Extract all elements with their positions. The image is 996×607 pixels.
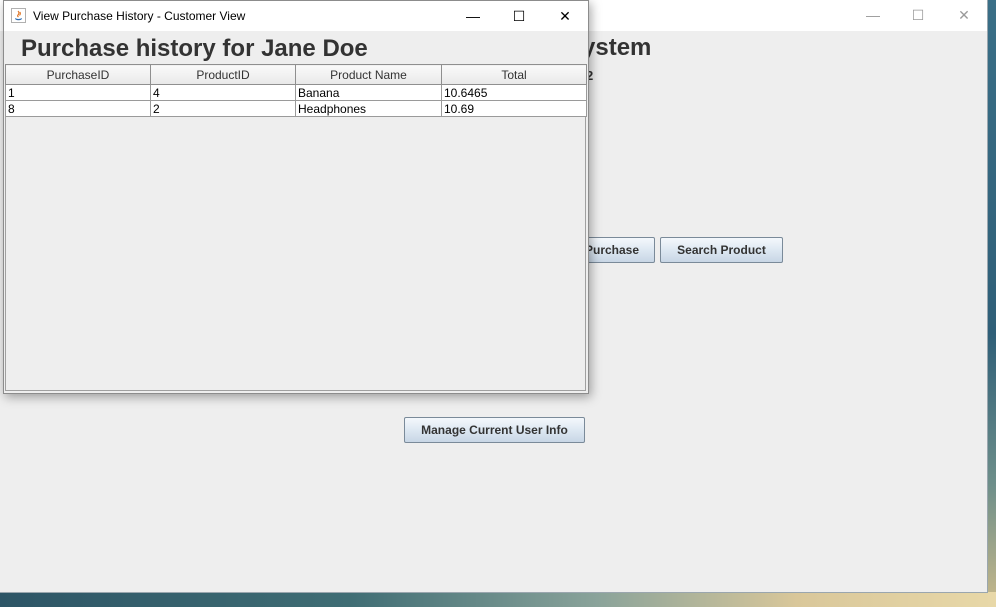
java-icon [11,8,26,23]
table-cell[interactable]: 4 [150,84,296,101]
table-cell[interactable]: 10.69 [441,100,587,117]
main-maximize-button[interactable]: ☐ [895,0,941,31]
column-header-product-id[interactable]: ProductID [150,64,296,85]
table-cell[interactable]: Headphones [295,100,442,117]
dialog-title: View Purchase History - Customer View [33,9,246,23]
purchase-table-scrollpane[interactable]: PurchaseID ProductID Product Name Total … [5,64,587,391]
main-minimize-button[interactable]: — [850,0,896,31]
table-row[interactable]: 1 4 Banana 10.6465 [5,84,587,101]
column-header-purchase-id[interactable]: PurchaseID [5,64,151,85]
dialog-close-button[interactable]: ✕ [542,1,588,31]
dialog-titlebar[interactable]: View Purchase History - Customer View — … [4,1,588,31]
main-page-title: ystem [582,34,652,61]
manage-user-info-button[interactable]: Manage Current User Info [404,417,585,443]
column-header-product-name[interactable]: Product Name [295,64,442,85]
desktop-background [0,592,996,607]
dialog-maximize-button[interactable]: ☐ [496,1,542,31]
table-cell[interactable]: Banana [295,84,442,101]
search-product-button[interactable]: Search Product [660,237,783,263]
purchase-history-dialog: View Purchase History - Customer View — … [3,0,589,394]
table-cell[interactable]: 8 [5,100,151,117]
purchase-history-heading: Purchase history for Jane Doe [21,35,368,62]
main-close-button[interactable]: ✕ [941,0,987,31]
table-header-row: PurchaseID ProductID Product Name Total [5,64,587,85]
dialog-minimize-button[interactable]: — [450,1,496,31]
table-cell[interactable]: 1 [5,84,151,101]
table-row[interactable]: 8 2 Headphones 10.69 [5,100,587,117]
table-cell[interactable]: 10.6465 [441,84,587,101]
purchase-history-table: PurchaseID ProductID Product Name Total … [5,64,587,117]
column-header-total[interactable]: Total [441,64,587,85]
table-cell[interactable]: 2 [150,100,296,117]
